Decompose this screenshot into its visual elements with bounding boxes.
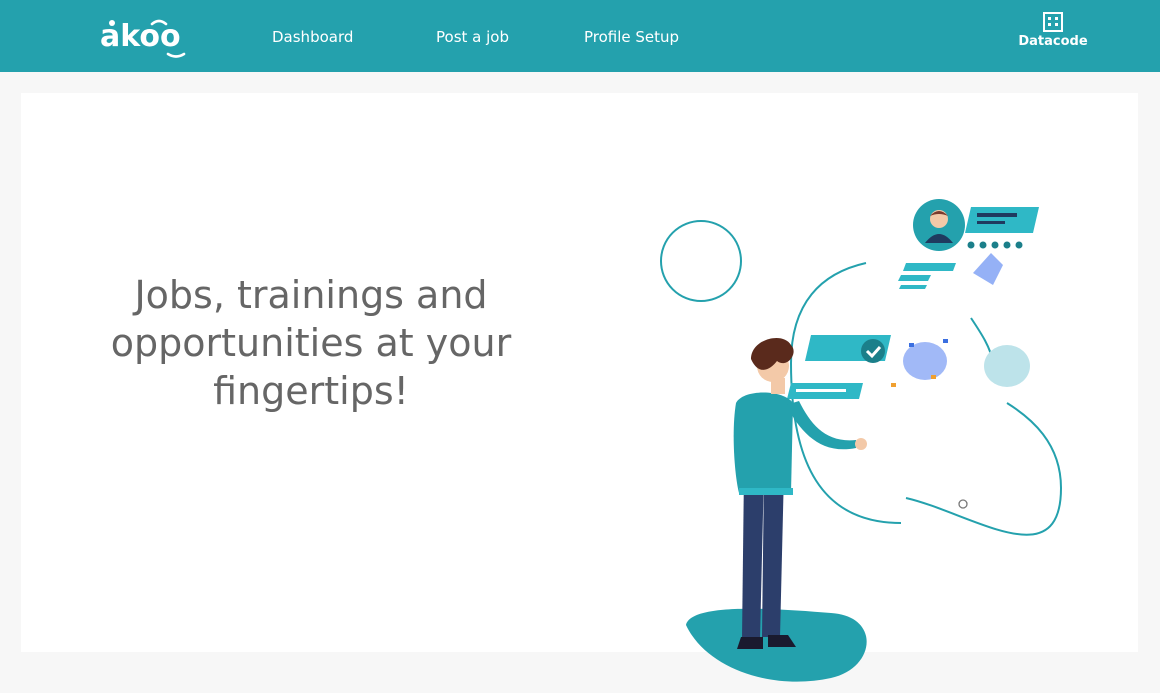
organization-name: Datacode xyxy=(1018,34,1088,49)
person-torso xyxy=(733,392,793,493)
hero-headline: Jobs, trainings and opportunities at you… xyxy=(110,273,512,413)
nav-dashboard[interactable]: Dashboard xyxy=(272,27,353,47)
akoo-logo[interactable]: akoo xyxy=(100,12,190,60)
diamond-shape xyxy=(973,253,1003,285)
top-navbar: akoo Dashboard Post a job Profile Setup … xyxy=(0,0,1160,72)
person-touching-screen-illustration xyxy=(660,199,1063,682)
nav-post-a-job[interactable]: Post a job xyxy=(436,27,509,47)
nav-profile-setup[interactable]: Profile Setup xyxy=(584,27,679,47)
hero-card: Jobs, trainings and opportunities at you… xyxy=(21,93,1138,682)
outline-circle xyxy=(660,220,742,302)
building-icon xyxy=(1043,12,1063,32)
organization-menu[interactable]: Datacode xyxy=(1012,12,1094,56)
